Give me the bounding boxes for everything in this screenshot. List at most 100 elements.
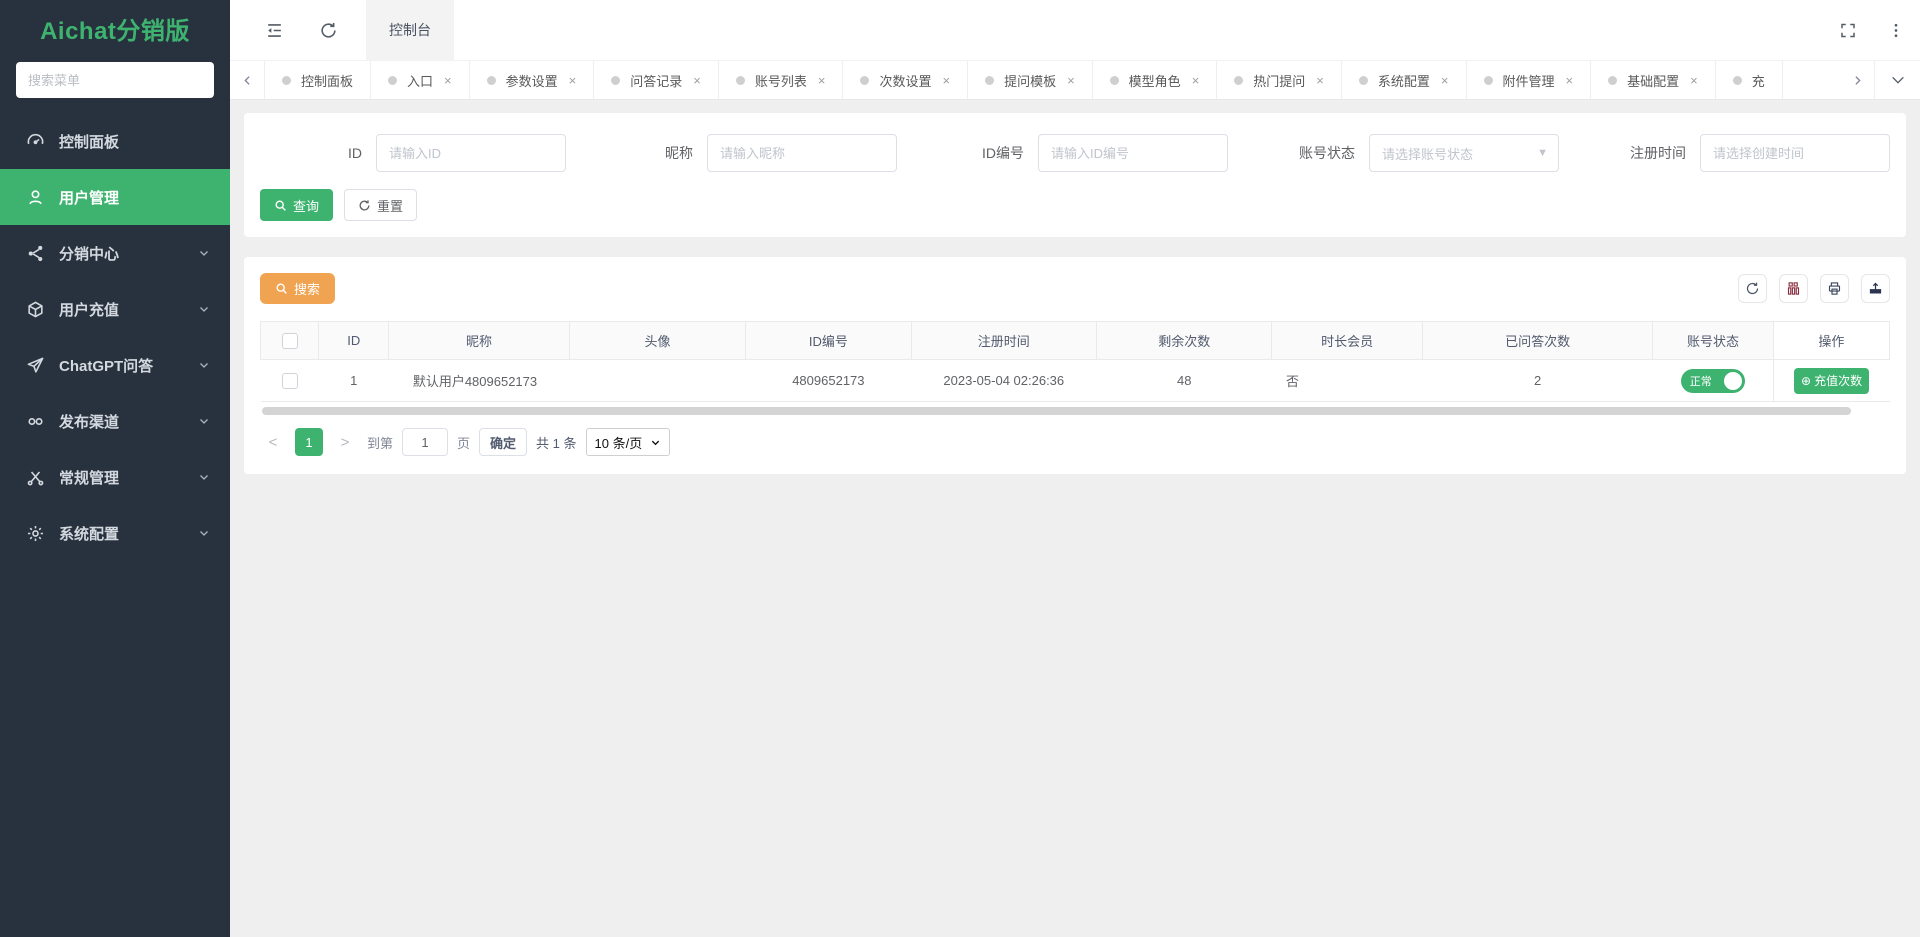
chevron-down-icon (198, 527, 210, 539)
goto-confirm-button[interactable]: 确定 (479, 428, 527, 456)
tab-close-icon[interactable]: × (1441, 74, 1449, 87)
query-button[interactable]: 查询 (260, 189, 333, 221)
tab-strip: 控制面板 入口 × 参数设置 × 问答记录 × (230, 60, 1920, 100)
menu-search-input[interactable] (16, 62, 214, 98)
tab-item[interactable]: 次数设置 × (842, 61, 967, 99)
page-size-select[interactable]: 10 条/页 (586, 428, 671, 456)
chevron-down-icon (198, 471, 210, 483)
tab-close-icon[interactable]: × (1316, 74, 1324, 87)
tab-close-icon[interactable]: × (693, 74, 701, 87)
row-actions-cell: ⊕ 充值次数 (1773, 360, 1889, 402)
scrollbar-thumb[interactable] (262, 407, 1851, 415)
user-table-panel: 搜索 (244, 257, 1906, 474)
refresh-page-button[interactable] (308, 0, 348, 60)
caret-down-icon: ▼ (1537, 147, 1548, 159)
recharge-count-button[interactable]: ⊕ 充值次数 (1794, 368, 1869, 394)
row-checkbox[interactable] (282, 373, 298, 389)
sidebar-item-distribution-center[interactable]: 分销中心 (0, 225, 230, 281)
open-tabs: 控制面板 入口 × 参数设置 × 问答记录 × (264, 61, 1840, 99)
tab-item[interactable]: 提问模板 × (967, 61, 1092, 99)
goto-page-input[interactable] (402, 428, 448, 456)
sidebar-item-general-management[interactable]: 常规管理 (0, 449, 230, 505)
tab-close-icon[interactable]: × (569, 74, 577, 87)
sidebar-item-user-management[interactable]: 用户管理 (0, 169, 230, 225)
fullscreen-button[interactable] (1824, 0, 1872, 60)
row-id-cell: 1 (319, 360, 389, 402)
sidebar-item-user-recharge[interactable]: 用户充值 (0, 281, 230, 337)
col-header-account-status: 账号状态 (1653, 322, 1773, 360)
row-remaining-count-cell: 48 (1097, 360, 1272, 402)
sidebar-item-dashboard[interactable]: 控制面板 (0, 113, 230, 169)
tab-item[interactable]: 入口 × (370, 61, 469, 99)
tab-item[interactable]: 充 (1715, 61, 1783, 99)
column-settings-button[interactable] (1779, 274, 1808, 303)
row-answered-count-cell: 2 (1422, 360, 1653, 402)
query-button-label: 查询 (293, 196, 319, 215)
select-all-header-cell (261, 322, 319, 360)
chevron-down-icon (198, 247, 210, 259)
nickname-input[interactable] (707, 134, 897, 172)
chevron-down-icon (650, 437, 661, 448)
tab-item[interactable]: 热门提问 × (1216, 61, 1341, 99)
page-1-button[interactable]: 1 (295, 428, 323, 456)
more-vertical-icon (1887, 21, 1905, 39)
select-all-checkbox[interactable] (282, 333, 298, 349)
tab-close-icon[interactable]: × (1067, 74, 1075, 87)
console-tab[interactable]: 控制台 (366, 0, 454, 60)
tab-item[interactable]: 模型角色 × (1092, 61, 1217, 99)
tab-dot-icon (1484, 76, 1493, 85)
nickname-field-group: 昵称 (591, 134, 897, 172)
tab-item[interactable]: 账号列表 × (718, 61, 843, 99)
tab-close-icon[interactable]: × (818, 74, 826, 87)
export-button[interactable] (1861, 274, 1890, 303)
tab-item[interactable]: 系统配置 × (1341, 61, 1466, 99)
tab-close-icon[interactable]: × (1690, 74, 1698, 87)
tabs-scroll-right-button[interactable] (1840, 61, 1874, 99)
tab-item[interactable]: 问答记录 × (593, 61, 718, 99)
row-duration-member-cell: 否 (1272, 360, 1422, 402)
account-status-field-group: 账号状态 请选择账号状态 ▼ (1253, 134, 1559, 172)
table-header-row: ID 昵称 头像 ID编号 注册时间 剩余次数 时长会员 已问答次数 账号状态 … (261, 322, 1890, 360)
more-menu-button[interactable] (1872, 0, 1920, 60)
fullscreen-icon (1839, 21, 1857, 39)
app-logo: Aichat分销版 (0, 0, 230, 56)
col-header-actions: 操作 (1773, 322, 1889, 360)
send-icon (26, 356, 45, 375)
sidebar-item-label: 发布渠道 (59, 411, 198, 432)
next-page-button[interactable]: > (332, 428, 358, 456)
tabs-scroll-left-button[interactable] (230, 61, 264, 99)
tab-item[interactable]: 附件管理 × (1466, 61, 1591, 99)
tab-label: 账号列表 (755, 71, 807, 90)
account-status-select[interactable]: 请选择账号状态 ▼ (1369, 134, 1559, 172)
prev-page-button[interactable]: < (260, 428, 286, 456)
account-status-toggle[interactable]: 正常 (1681, 369, 1745, 393)
tab-item[interactable]: 控制面板 (264, 61, 370, 99)
sidebar-item-system-config[interactable]: 系统配置 (0, 505, 230, 561)
tabs-dropdown-button[interactable] (1874, 61, 1920, 99)
tab-close-icon[interactable]: × (1566, 74, 1574, 87)
sidebar-item-label: ChatGPT问答 (59, 355, 198, 376)
chevron-down-icon (198, 359, 210, 371)
tab-item[interactable]: 参数设置 × (469, 61, 594, 99)
tab-close-icon[interactable]: × (1192, 74, 1200, 87)
collapse-sidebar-button[interactable] (254, 0, 294, 60)
table-refresh-button[interactable] (1738, 274, 1767, 303)
sidebar-item-publish-channel[interactable]: 发布渠道 (0, 393, 230, 449)
filter-panel: ID 昵称 ID编号 账号状态 请选择账号状态 (244, 113, 1906, 237)
chevron-right-icon (1851, 74, 1864, 87)
tab-close-icon[interactable]: × (444, 74, 452, 87)
tab-close-icon[interactable]: × (942, 74, 950, 87)
chevron-down-icon (1890, 72, 1906, 88)
refresh-icon (358, 199, 371, 212)
magnifier-icon (274, 199, 287, 212)
id-number-input[interactable] (1038, 134, 1228, 172)
tab-item[interactable]: 基础配置 × (1590, 61, 1715, 99)
menu-fold-icon (265, 21, 284, 40)
table-search-button[interactable]: 搜索 (260, 273, 335, 304)
reset-button[interactable]: 重置 (344, 189, 417, 221)
id-input[interactable] (376, 134, 566, 172)
sidebar-item-chatgpt-qa[interactable]: ChatGPT问答 (0, 337, 230, 393)
row-nickname-cell: 默认用户4809652173 (389, 360, 569, 402)
register-time-input[interactable] (1700, 134, 1890, 172)
print-button[interactable] (1820, 274, 1849, 303)
